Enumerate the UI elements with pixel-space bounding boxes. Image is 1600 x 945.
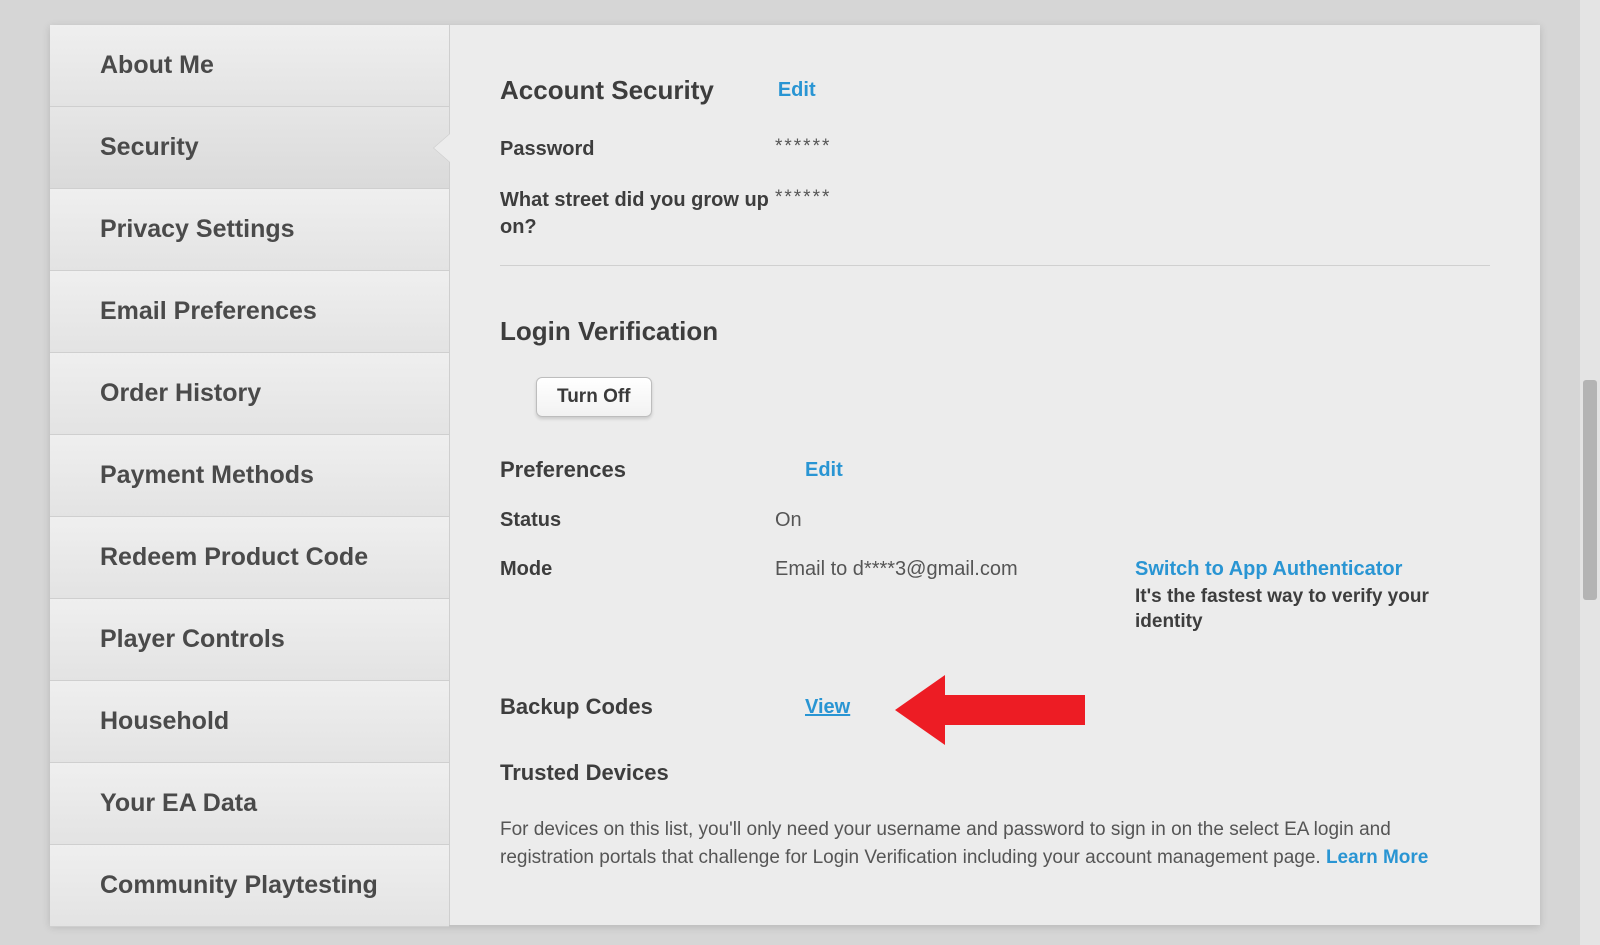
sidebar-item-payment-methods[interactable]: Payment Methods [50, 435, 449, 517]
sidebar-item-email-preferences[interactable]: Email Preferences [50, 271, 449, 353]
backup-codes-view-link[interactable]: View [805, 696, 850, 719]
switch-authenticator-link[interactable]: Switch to App Authenticator [1135, 558, 1490, 581]
account-security-edit-link[interactable]: Edit [778, 79, 816, 102]
sidebar-item-label: Order History [100, 379, 261, 408]
section-divider [500, 265, 1490, 266]
status-label: Status [500, 509, 775, 532]
sidebar-item-privacy-settings[interactable]: Privacy Settings [50, 189, 449, 271]
switch-authenticator-subtext: It's the fastest way to verify your iden… [1135, 586, 1429, 632]
sidebar-item-household[interactable]: Household [50, 681, 449, 763]
sidebar-item-label: Privacy Settings [100, 215, 295, 244]
sidebar: About Me Security Privacy Settings Email… [50, 25, 450, 925]
security-question-value: ****** [775, 187, 831, 209]
trusted-devices-title: Trusted Devices [500, 760, 1490, 786]
scrollbar-thumb[interactable] [1583, 380, 1597, 600]
sidebar-item-order-history[interactable]: Order History [50, 353, 449, 435]
sidebar-item-label: Email Preferences [100, 297, 317, 326]
preferences-edit-link[interactable]: Edit [805, 459, 843, 482]
trusted-devices-body: For devices on this list, you'll only ne… [500, 819, 1391, 868]
status-value: On [775, 509, 1135, 532]
turn-off-button[interactable]: Turn Off [536, 377, 652, 417]
learn-more-link[interactable]: Learn More [1326, 847, 1428, 868]
preferences-title: Preferences [500, 457, 805, 483]
sidebar-item-label: Player Controls [100, 625, 285, 654]
trusted-devices-text: For devices on this list, you'll only ne… [500, 816, 1490, 871]
backup-codes-title: Backup Codes [500, 694, 805, 720]
mode-value: Email to d****3@gmail.com [775, 558, 1135, 581]
sidebar-item-label: About Me [100, 51, 214, 80]
sidebar-item-label: Redeem Product Code [100, 543, 368, 572]
sidebar-item-security[interactable]: Security [50, 107, 449, 189]
sidebar-item-label: Payment Methods [100, 461, 314, 490]
security-question-label: What street did you grow up on? [500, 187, 775, 241]
sidebar-item-redeem-product-code[interactable]: Redeem Product Code [50, 517, 449, 599]
sidebar-item-about-me[interactable]: About Me [50, 25, 449, 107]
login-verification-title: Login Verification [500, 316, 1490, 347]
sidebar-item-community-playtesting[interactable]: Community Playtesting [50, 845, 449, 927]
sidebar-item-label: Community Playtesting [100, 871, 378, 900]
sidebar-item-label: Your EA Data [100, 789, 257, 818]
settings-window: About Me Security Privacy Settings Email… [50, 25, 1540, 925]
sidebar-item-label: Security [100, 133, 199, 162]
password-label: Password [500, 136, 775, 163]
sidebar-item-label: Household [100, 707, 229, 736]
sidebar-item-player-controls[interactable]: Player Controls [50, 599, 449, 681]
password-value: ****** [775, 136, 831, 158]
account-security-title: Account Security [500, 75, 714, 106]
sidebar-item-your-ea-data[interactable]: Your EA Data [50, 763, 449, 845]
content-panel: Account Security Edit Password ****** Wh… [450, 25, 1540, 925]
mode-label: Mode [500, 558, 775, 581]
scrollbar-track[interactable] [1580, 0, 1600, 945]
